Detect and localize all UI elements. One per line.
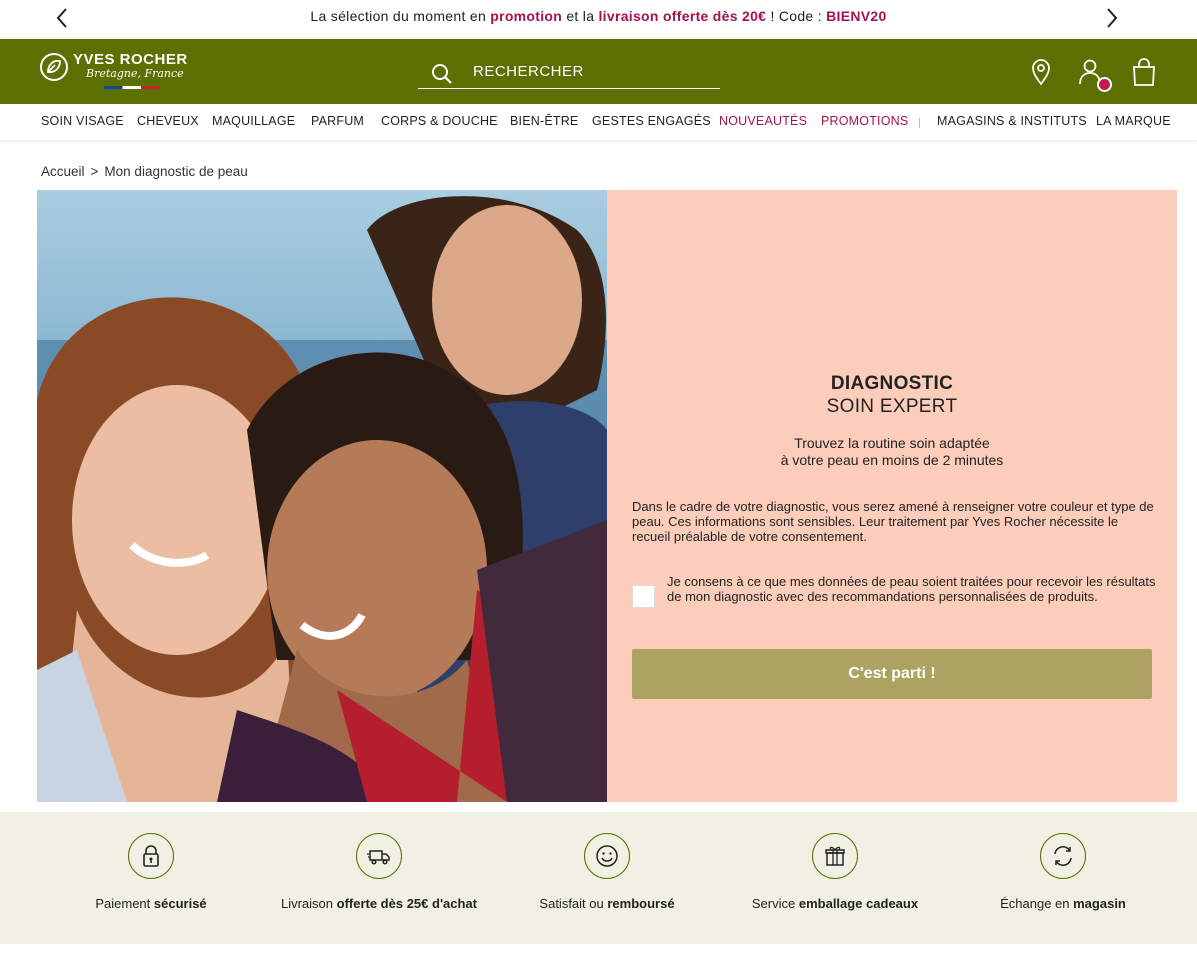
reassurance-item[interactable]: Paiement sécurisé <box>37 812 265 944</box>
reassurance-item[interactable]: Échange en magasin <box>949 812 1177 944</box>
main-nav: SOIN VISAGE CHEVEUX MAQUILLAGE PARFUM CO… <box>0 104 1197 140</box>
smile-icon <box>596 845 618 867</box>
nav-item-parfum[interactable]: PARFUM <box>311 114 364 128</box>
nav-item-cheveux[interactable]: CHEVEUX <box>137 114 199 128</box>
nav-item-la-marque[interactable]: LA MARQUE <box>1096 114 1171 128</box>
nav-item-bien-etre[interactable]: BIEN-ÊTRE <box>510 114 578 128</box>
breadcrumb-home-link[interactable]: Accueil <box>41 164 85 179</box>
panel-subtitle: SOIN EXPERT <box>826 396 958 417</box>
reassurance-band: Paiement sécurisé Livraison offerte dès … <box>0 812 1197 944</box>
truck-icon <box>367 850 390 865</box>
cart-icon[interactable] <box>1130 57 1158 87</box>
breadcrumb: Accueil > Mon diagnostic de peau <box>41 164 248 179</box>
hero-photo <box>37 190 607 802</box>
nav-item-promotions[interactable]: PROMOTIONS <box>821 114 908 128</box>
nav-item-corps-douche[interactable]: CORPS & DOUCHE <box>381 114 498 128</box>
leaf-icon <box>40 53 68 81</box>
reassurance-item[interactable]: Livraison offerte dès 25€ d'achat <box>265 812 493 944</box>
search-placeholder: RECHERCHER <box>473 63 584 80</box>
promo-bar: La sélection du moment en promotion et l… <box>0 0 1197 39</box>
nav-item-maquillage[interactable]: MAQUILLAGE <box>212 114 295 128</box>
brand-name: YVES ROCHER <box>73 51 188 68</box>
reassurance-label: Satisfait ou remboursé <box>539 896 675 911</box>
panel-tagline: Trouvez la routine soin adaptée à votre … <box>780 435 1004 468</box>
nav-item-nouveautes[interactable]: NOUVEAUTÉS <box>719 114 807 128</box>
exchange-icon <box>1054 846 1072 866</box>
reassurance-item[interactable]: Service emballage cadeaux <box>721 812 949 944</box>
gift-icon <box>825 846 845 866</box>
nav-item-gestes-engages[interactable]: GESTES ENGAGÉS <box>592 114 711 128</box>
site-header: YVES ROCHER Bretagne, France RECHERCHER <box>0 39 1197 104</box>
chevron-right-icon[interactable] <box>1102 6 1122 30</box>
reassurance-label: Échange en magasin <box>1000 896 1126 911</box>
nav-item-magasins-instituts[interactable]: MAGASINS & INSTITUTS <box>937 114 1087 128</box>
flag-stripe <box>104 86 160 89</box>
brand-tagline: Bretagne, France <box>86 67 184 80</box>
reassurance-label: Livraison offerte dès 25€ d'achat <box>280 896 477 911</box>
breadcrumb-separator: > <box>90 164 99 179</box>
consent-label[interactable]: Je consens à ce que mes données de peau … <box>667 574 1157 604</box>
search-icon <box>432 64 452 84</box>
brand-logo[interactable]: YVES ROCHER Bretagne, France <box>40 51 200 95</box>
lock-icon <box>143 845 159 867</box>
reassurance-label: Service emballage cadeaux <box>751 896 919 911</box>
reassurance-label: Paiement sécurisé <box>95 896 207 911</box>
panel-info-text: Dans le cadre de votre diagnostic, vous … <box>632 499 1154 544</box>
account-notification-badge <box>1097 77 1112 92</box>
reassurance-item[interactable]: Satisfait ou remboursé <box>493 812 721 944</box>
diagnostic-panel: DIAGNOSTIC SOIN EXPERT Trouvez la routin… <box>607 190 1177 802</box>
breadcrumb-current: Mon diagnostic de peau <box>104 164 248 179</box>
promo-message[interactable]: La sélection du moment en promotion et l… <box>0 8 1197 24</box>
search-field[interactable]: RECHERCHER <box>418 55 720 89</box>
nav-divider <box>919 118 920 128</box>
start-diagnostic-button[interactable]: C'est parti ! <box>632 649 1152 699</box>
store-locator-icon[interactable] <box>1027 57 1055 87</box>
nav-item-soin-visage[interactable]: SOIN VISAGE <box>41 114 124 128</box>
panel-title: DIAGNOSTIC <box>830 373 954 394</box>
consent-checkbox[interactable] <box>632 585 655 608</box>
